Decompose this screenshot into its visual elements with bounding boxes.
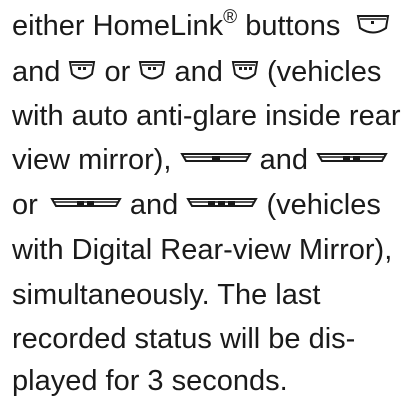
homelink-button-1-dot-icon	[356, 13, 390, 35]
text-fragment: or	[104, 56, 131, 88]
digital-mirror-button-2-bars-icon	[50, 196, 122, 210]
text-fragment: and	[12, 56, 61, 88]
digital-mirror-button-2-bars-icon	[316, 151, 388, 165]
registered-mark: ®	[223, 7, 238, 28]
digital-mirror-button-1-bar-icon	[179, 151, 252, 165]
homelink-button-2-dots-icon	[138, 59, 166, 81]
text-line-1: either HomeLink® buttons	[12, 6, 390, 46]
text-line-8: recorded status will be dis-	[12, 323, 356, 355]
text-line-7: simultaneously. The last	[12, 279, 321, 311]
text-fragment: (vehicles	[266, 189, 381, 221]
manual-text-block: either HomeLink® buttons and or and (veh…	[0, 0, 418, 405]
text-fragment: buttons	[237, 10, 341, 42]
text-line-9: played for 3 seconds.	[12, 365, 288, 397]
text-fragment: (vehicles	[266, 56, 382, 88]
text-line-2: and or and (vehicles	[12, 52, 381, 92]
text-fragment: and	[259, 144, 309, 176]
text-line-3: with auto anti-glare inside rear	[12, 100, 401, 132]
text-line-4: view mirror), and	[12, 140, 388, 180]
text-line-5: or and (vehicles	[12, 185, 381, 225]
text-fragment: either HomeLink	[12, 10, 224, 42]
text-fragment: view mirror),	[12, 144, 172, 176]
homelink-button-2-dots-icon	[68, 59, 96, 81]
text-line-6: with Digital Rear-view Mirror),	[12, 234, 393, 266]
digital-mirror-button-3-bars-icon	[186, 196, 259, 210]
text-fragment: and	[174, 56, 223, 88]
text-fragment: or	[12, 189, 38, 221]
homelink-button-3-dots-icon	[231, 59, 259, 81]
text-fragment: and	[129, 189, 179, 221]
